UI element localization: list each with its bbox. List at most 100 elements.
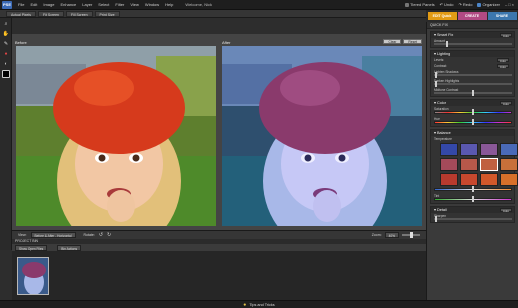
menu-edit[interactable]: Edit: [27, 0, 40, 10]
before-label: Before: [15, 40, 27, 45]
menu-image[interactable]: Image: [40, 0, 57, 10]
organizer-button[interactable]: Organizer: [477, 2, 500, 7]
zoom-tool-icon[interactable]: ⌕: [2, 20, 10, 28]
canvas-area: Before After Clear Reset: [12, 34, 426, 230]
tiered-panels-button[interactable]: Tiered Panels: [405, 2, 435, 7]
temperature-slider[interactable]: [434, 186, 512, 192]
saturation-gradient-slider[interactable]: [434, 109, 512, 115]
amount-slider[interactable]: [434, 41, 512, 47]
menu-bar: PSE File Edit Image Enhance Layer Select…: [0, 0, 518, 10]
photoshop-elements-window: PSE File Edit Image Enhance Layer Select…: [0, 0, 518, 308]
preview-thumb[interactable]: [460, 158, 478, 171]
canvas-buttons: Clear Reset: [383, 39, 422, 44]
menu-help[interactable]: Help: [162, 0, 176, 10]
menu-right-group: Tiered Panels ↶ Undo ↷ Redo Organizer – □ …: [405, 2, 518, 7]
menu-filter[interactable]: Filter: [112, 0, 127, 10]
redo-icon: ↷: [458, 2, 462, 7]
zoom-group: Zoom: 40%: [372, 232, 426, 238]
levels-auto-button[interactable]: Auto: [496, 57, 509, 63]
hue-gradient-slider[interactable]: [434, 119, 512, 125]
undo-button[interactable]: ↶ Undo: [440, 2, 454, 7]
rotate-left-icon[interactable]: ↺: [99, 232, 103, 238]
hand-tool-icon[interactable]: ✋: [2, 30, 10, 38]
whiten-teeth-tool-icon[interactable]: ◐: [2, 60, 10, 68]
darken-highlights-slider[interactable]: [434, 81, 512, 87]
tips-and-tricks-link[interactable]: Tips and Tricks: [249, 303, 274, 307]
lighten-shadows-control: Lighten Shadows: [431, 69, 514, 78]
redo-button[interactable]: ↷ Redo: [459, 2, 473, 7]
redo-label: Redo: [462, 2, 473, 7]
preview-thumb[interactable]: [440, 143, 458, 156]
quick-selection-tool-icon[interactable]: ✎: [2, 40, 10, 48]
menu-layer[interactable]: Layer: [79, 0, 95, 10]
minimize-icon[interactable]: –: [505, 2, 507, 7]
tint-knob[interactable]: [472, 196, 474, 202]
menu-view[interactable]: View: [127, 0, 142, 10]
levels-label: Levels:: [434, 57, 445, 62]
midtone-contrast-slider[interactable]: [434, 90, 512, 96]
amount-slider-knob[interactable]: [446, 41, 448, 47]
sharpen-knob[interactable]: [435, 216, 437, 222]
saturation-control: Saturation: [431, 106, 514, 116]
view-select[interactable]: Before & After - Horizontal: [30, 232, 76, 238]
fit-screen-button[interactable]: Fit Screen: [38, 10, 64, 17]
preview-thumb[interactable]: [460, 143, 478, 156]
preview-thumb[interactable]: [500, 143, 518, 156]
tiered-panels-label: Tiered Panels: [410, 2, 435, 7]
show-open-files-select[interactable]: Show Open Files: [15, 244, 48, 251]
color-auto-button[interactable]: Auto: [499, 101, 512, 106]
close-icon[interactable]: ×: [512, 2, 514, 7]
tab-share[interactable]: SHARE: [487, 12, 517, 20]
project-bin: [12, 251, 426, 300]
tools-panel: ⌕ ✋ ✎ ● ◐: [0, 18, 12, 250]
bin-thumbnail[interactable]: [17, 257, 49, 295]
fill-screen-button[interactable]: Fill Screen: [66, 10, 93, 17]
after-photo[interactable]: [222, 46, 422, 226]
menu-select[interactable]: Select: [95, 0, 112, 10]
rotate-right-icon[interactable]: ↻: [107, 232, 111, 238]
preview-thumb[interactable]: [460, 173, 478, 186]
welcome-text: Welcome, Nick: [185, 1, 212, 7]
clear-button[interactable]: Clear: [383, 39, 402, 44]
temperature-knob[interactable]: [472, 186, 474, 192]
reset-button[interactable]: Reset: [403, 39, 422, 44]
before-photo[interactable]: [16, 46, 216, 226]
preview-thumb[interactable]: [500, 173, 518, 186]
red-eye-tool-icon[interactable]: ●: [2, 50, 10, 58]
smart-fix-amount-control: Amount: [431, 38, 514, 47]
sharpen-slider[interactable]: [434, 216, 512, 222]
tint-control: Tint: [431, 193, 514, 203]
smart-fix-auto-button[interactable]: Auto: [499, 33, 512, 38]
hue-knob[interactable]: [472, 119, 474, 125]
view-bar: View: Before & After - Horizontal Rotate…: [12, 230, 426, 239]
menu-file[interactable]: File: [15, 0, 27, 10]
balance-section: ▾ Balance Temperature Tint: [430, 129, 518, 204]
contrast-auto-button[interactable]: Auto: [496, 63, 509, 69]
detail-auto-button[interactable]: Auto: [499, 208, 512, 213]
preview-thumb[interactable]: [480, 173, 498, 186]
undo-label: Undo: [443, 2, 454, 7]
preview-thumb[interactable]: [440, 173, 458, 186]
zoom-value[interactable]: 40%: [384, 232, 399, 238]
preview-thumb[interactable]: [440, 158, 458, 171]
preview-thumb[interactable]: [500, 158, 518, 171]
color-swatch-icon[interactable]: [2, 70, 10, 78]
midtone-contrast-knob[interactable]: [472, 90, 474, 96]
print-size-button[interactable]: Print Size: [94, 10, 120, 17]
zoom-slider-knob[interactable]: [410, 232, 413, 238]
view-label: View:: [18, 233, 27, 237]
bin-actions-button[interactable]: Bin Actions: [57, 244, 82, 251]
actual-pixels-button[interactable]: Actual Pixels: [6, 10, 37, 17]
zoom-slider[interactable]: [402, 232, 420, 238]
tab-create[interactable]: CREATE: [457, 12, 487, 20]
saturation-knob[interactable]: [472, 109, 474, 115]
tint-slider[interactable]: [434, 196, 512, 202]
tab-edit-quick[interactable]: EDIT Quick: [427, 12, 457, 20]
options-toolbar: Actual Pixels Fit Screen Fill Screen Pri…: [0, 10, 426, 18]
preview-thumb[interactable]: [480, 143, 498, 156]
preview-thumb[interactable]: [480, 158, 498, 171]
lighten-shadows-slider[interactable]: [434, 72, 512, 78]
maximize-icon[interactable]: □: [508, 2, 510, 7]
menu-enhance[interactable]: Enhance: [57, 0, 79, 10]
menu-window[interactable]: Window: [142, 0, 162, 10]
